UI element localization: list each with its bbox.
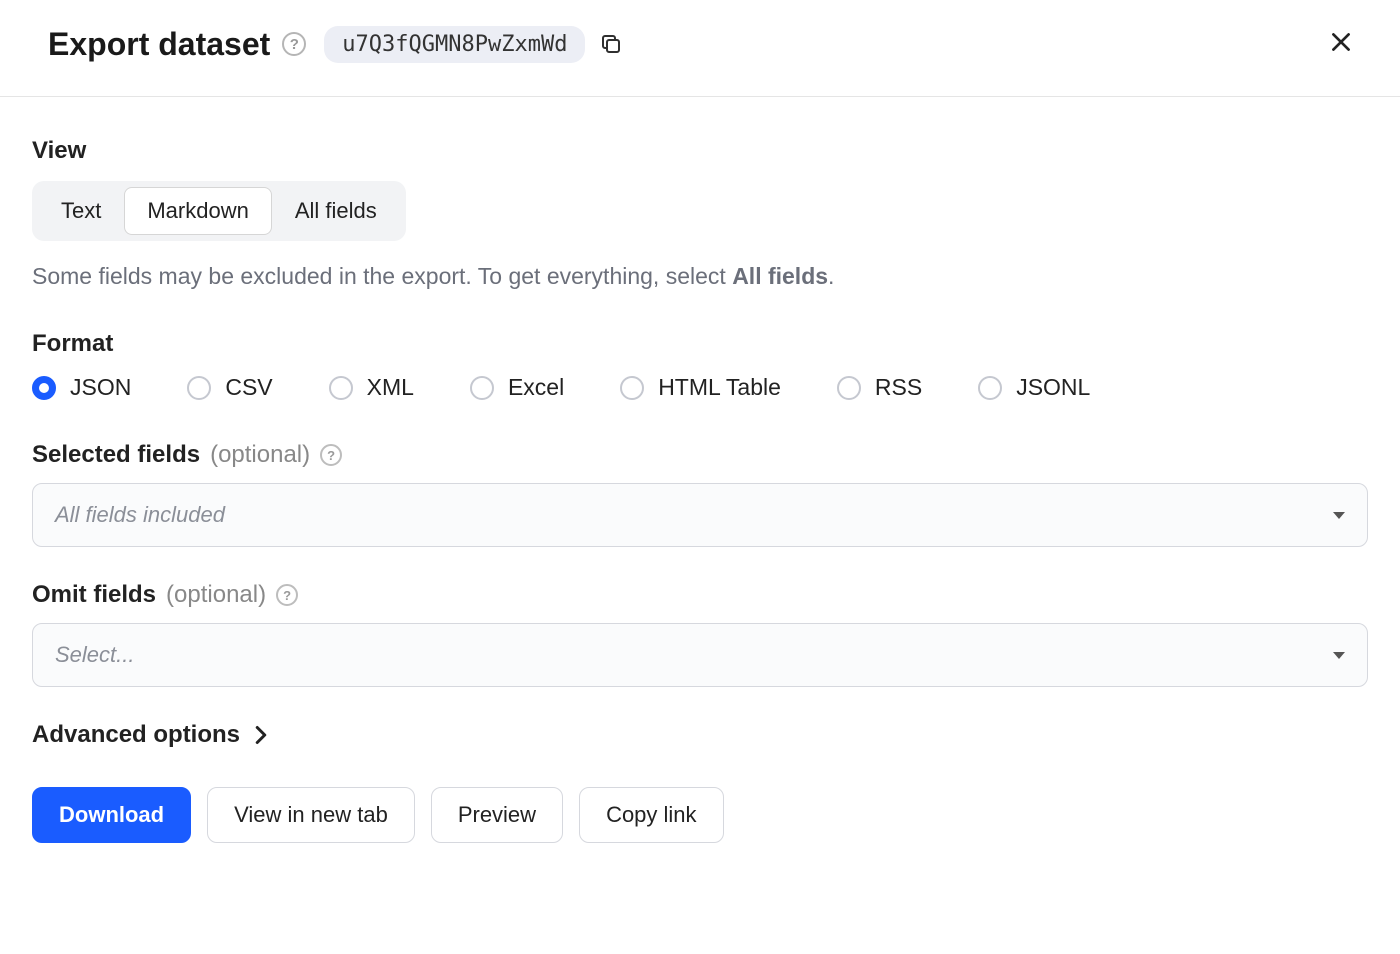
advanced-options-toggle[interactable]: Advanced options bbox=[32, 721, 1368, 749]
view-hint-suffix: . bbox=[828, 263, 834, 289]
action-buttons: Download View in new tab Preview Copy li… bbox=[32, 787, 1368, 843]
preview-button[interactable]: Preview bbox=[431, 787, 563, 843]
view-label: View bbox=[32, 137, 1368, 165]
view-hint-text: Some fields may be excluded in the expor… bbox=[32, 263, 732, 289]
view-option-text[interactable]: Text bbox=[38, 187, 124, 235]
chevron-right-icon bbox=[254, 725, 268, 745]
view-hint: Some fields may be excluded in the expor… bbox=[32, 263, 1368, 290]
copy-link-button[interactable]: Copy link bbox=[579, 787, 723, 843]
view-toggle-group: Text Markdown All fields bbox=[32, 181, 406, 241]
close-icon[interactable] bbox=[1322, 22, 1360, 66]
select-placeholder: All fields included bbox=[55, 502, 225, 528]
format-label: Format bbox=[32, 330, 1368, 358]
omit-fields-label: Omit fields bbox=[32, 581, 156, 609]
optional-text: (optional) bbox=[166, 581, 266, 609]
dialog-title: Export dataset bbox=[48, 26, 270, 63]
download-button[interactable]: Download bbox=[32, 787, 191, 843]
help-icon[interactable]: ? bbox=[320, 444, 342, 466]
format-option-label: RSS bbox=[875, 374, 922, 401]
chevron-down-icon bbox=[1333, 512, 1345, 519]
advanced-options-label: Advanced options bbox=[32, 721, 240, 749]
format-option-label: JSONL bbox=[1016, 374, 1090, 401]
selected-fields-select[interactable]: All fields included bbox=[32, 483, 1368, 547]
radio-icon bbox=[978, 376, 1002, 400]
format-option-label: Excel bbox=[508, 374, 564, 401]
selected-fields-label: Selected fields bbox=[32, 441, 200, 469]
format-option-xml[interactable]: XML bbox=[329, 374, 414, 401]
select-placeholder: Select... bbox=[55, 642, 134, 668]
help-icon[interactable]: ? bbox=[276, 584, 298, 606]
dataset-id-badge: u7Q3fQGMN8PwZxmWd bbox=[324, 26, 585, 63]
format-option-csv[interactable]: CSV bbox=[187, 374, 272, 401]
format-option-rss[interactable]: RSS bbox=[837, 374, 922, 401]
view-option-all-fields[interactable]: All fields bbox=[272, 187, 400, 235]
radio-icon bbox=[32, 376, 56, 400]
radio-icon bbox=[620, 376, 644, 400]
format-option-json[interactable]: JSON bbox=[32, 374, 131, 401]
radio-icon bbox=[470, 376, 494, 400]
view-option-markdown[interactable]: Markdown bbox=[124, 187, 271, 235]
format-option-html-table[interactable]: HTML Table bbox=[620, 374, 781, 401]
format-option-label: JSON bbox=[70, 374, 131, 401]
format-option-label: CSV bbox=[225, 374, 272, 401]
radio-icon bbox=[329, 376, 353, 400]
format-option-label: HTML Table bbox=[658, 374, 781, 401]
chevron-down-icon bbox=[1333, 652, 1345, 659]
format-option-label: XML bbox=[367, 374, 414, 401]
help-icon[interactable]: ? bbox=[282, 32, 306, 56]
view-new-tab-button[interactable]: View in new tab bbox=[207, 787, 415, 843]
selected-fields-label-row: Selected fields (optional) ? bbox=[32, 441, 1368, 469]
view-hint-strong: All fields bbox=[732, 263, 828, 289]
dialog-header: Export dataset ? u7Q3fQGMN8PwZxmWd bbox=[0, 0, 1400, 97]
omit-fields-label-row: Omit fields (optional) ? bbox=[32, 581, 1368, 609]
omit-fields-select[interactable]: Select... bbox=[32, 623, 1368, 687]
optional-text: (optional) bbox=[210, 441, 310, 469]
radio-icon bbox=[837, 376, 861, 400]
format-option-excel[interactable]: Excel bbox=[470, 374, 564, 401]
dialog-body: View Text Markdown All fields Some field… bbox=[0, 97, 1400, 883]
radio-icon bbox=[187, 376, 211, 400]
copy-icon[interactable] bbox=[599, 32, 623, 56]
format-radio-group: JSON CSV XML Excel HTML Table RSS JSONL bbox=[32, 374, 1368, 401]
format-option-jsonl[interactable]: JSONL bbox=[978, 374, 1090, 401]
